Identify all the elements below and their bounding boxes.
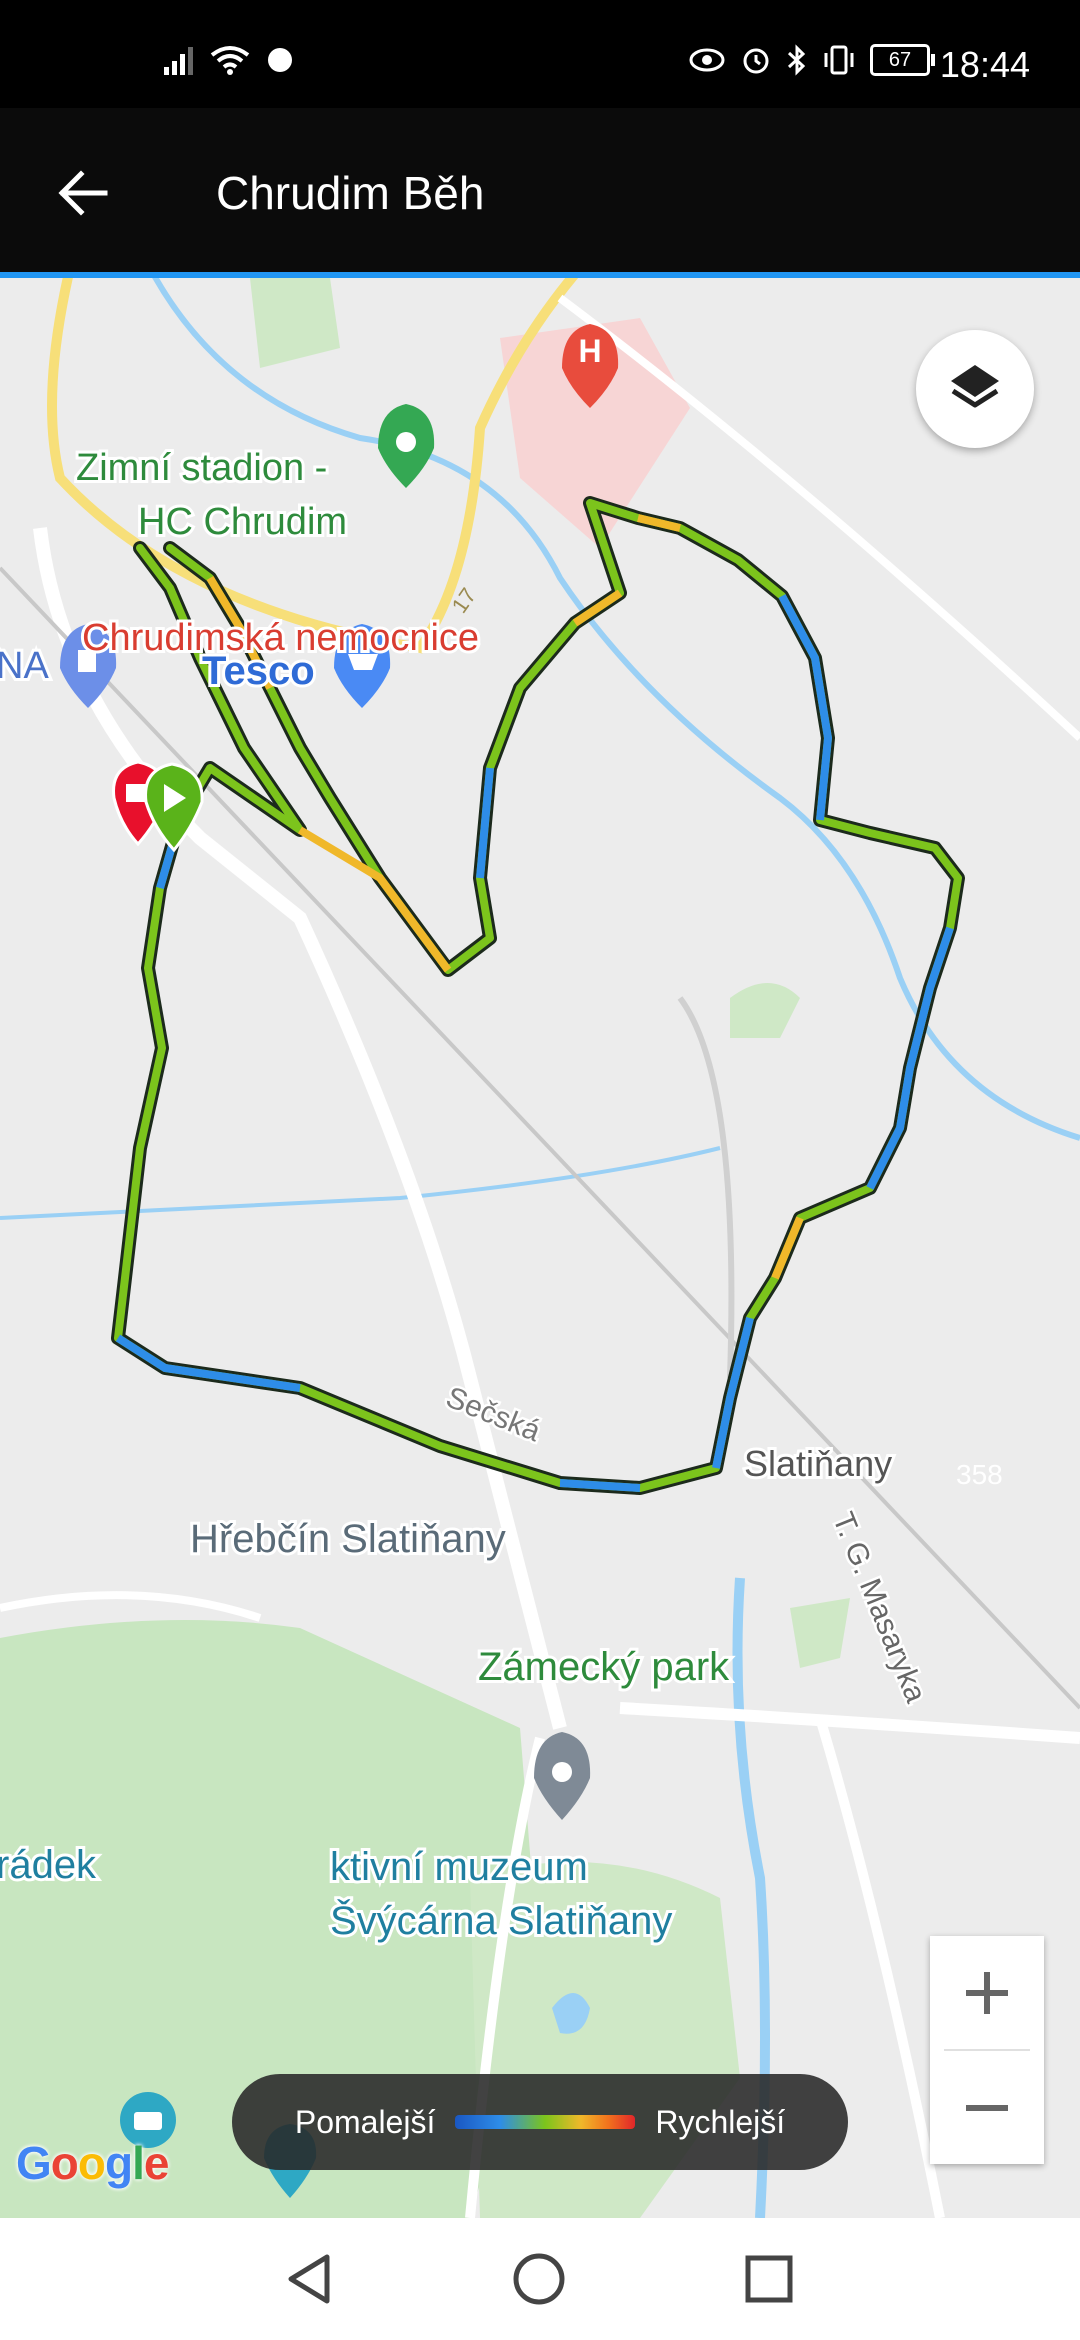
railway	[677, 996, 735, 1379]
speed-legend: Pomalejší Rychlejší	[232, 2074, 848, 2170]
road-358	[619, 1702, 1080, 1744]
label-tesco: Tesco	[202, 649, 315, 693]
road	[0, 1591, 262, 1622]
alarm-icon	[743, 48, 769, 74]
zoom-controls	[930, 1936, 1044, 2164]
google-logo: Google	[16, 2137, 169, 2189]
status-icons-left	[162, 44, 296, 76]
page-title: Chrudim Běh	[216, 167, 485, 219]
status-bar: 67 18:44	[0, 0, 1080, 108]
system-nav-bar	[0, 2218, 1080, 2340]
zoom-out-button[interactable]	[930, 2051, 1044, 2164]
layers-icon	[951, 365, 999, 408]
minus-icon	[966, 2104, 1008, 2111]
route-segment-orange	[771, 1216, 804, 1280]
park-area-small	[250, 278, 340, 368]
map-canvas[interactable]: H Chrudimská nemocnice Zimní stadion - H…	[0, 278, 1080, 2218]
plus-icon	[966, 1971, 1008, 2014]
label-radek: rádek	[0, 1843, 97, 1887]
nav-home-button[interactable]	[496, 2236, 582, 2322]
vibrate-icon	[824, 45, 854, 75]
nav-back-button[interactable]	[266, 2236, 352, 2322]
zoom-in-button[interactable]	[930, 1936, 1044, 2049]
label-stadium-1: Zimní stadion -	[76, 447, 327, 489]
railway	[0, 566, 1080, 1710]
map-layers-button[interactable]	[916, 330, 1034, 448]
label-gas-station: NA	[0, 645, 49, 687]
label-road-358: 358	[956, 1459, 1003, 1490]
triangle-back-icon	[288, 2254, 330, 2304]
arrow-back-icon	[58, 170, 108, 216]
svg-text:H: H	[578, 333, 601, 369]
label-svycarna: Švýcárna Slatiňany	[330, 1898, 672, 1943]
hrebcin-pin-icon	[534, 1732, 591, 1820]
route-segment-blue	[559, 1479, 641, 1492]
label-secska: Sečská	[441, 1381, 545, 1449]
eye-icon	[689, 48, 725, 72]
label-muzeum: ktivní muzeum	[330, 1845, 588, 1889]
park-area-small	[790, 1598, 850, 1668]
signal-icon	[164, 47, 193, 75]
label-stadium-2: HC Chrudim	[138, 501, 347, 543]
bluetooth-icon	[787, 44, 806, 76]
circle-home-icon	[513, 2253, 565, 2305]
nav-recents-button[interactable]	[726, 2236, 812, 2322]
park-area-small	[730, 983, 800, 1038]
stadium-pin-icon	[378, 404, 435, 488]
label-zamecky-park: Zámecký park	[478, 1645, 730, 1689]
river	[0, 1146, 721, 1220]
speed-gradient-bar	[455, 2115, 636, 2129]
square-recents-icon	[745, 2255, 793, 2303]
label-hrebcin: Hřebčín Slatiňany	[190, 1517, 506, 1561]
battery-icon: 67	[870, 44, 935, 76]
status-icons-right: 67	[688, 44, 935, 76]
wifi-icon	[210, 46, 250, 75]
status-time: 18:44	[939, 44, 1030, 85]
back-button[interactable]	[40, 150, 126, 236]
legend-faster-label: Rychlejší	[655, 2103, 786, 2140]
app-bar: Chrudim Běh	[0, 108, 1080, 278]
map-view[interactable]: H Chrudimská nemocnice Zimní stadion - H…	[0, 278, 1080, 2218]
label-slatinany: Slatiňany	[744, 1443, 892, 1484]
legend-slower-label: Pomalejší	[294, 2103, 436, 2140]
notification-icon	[268, 48, 292, 72]
